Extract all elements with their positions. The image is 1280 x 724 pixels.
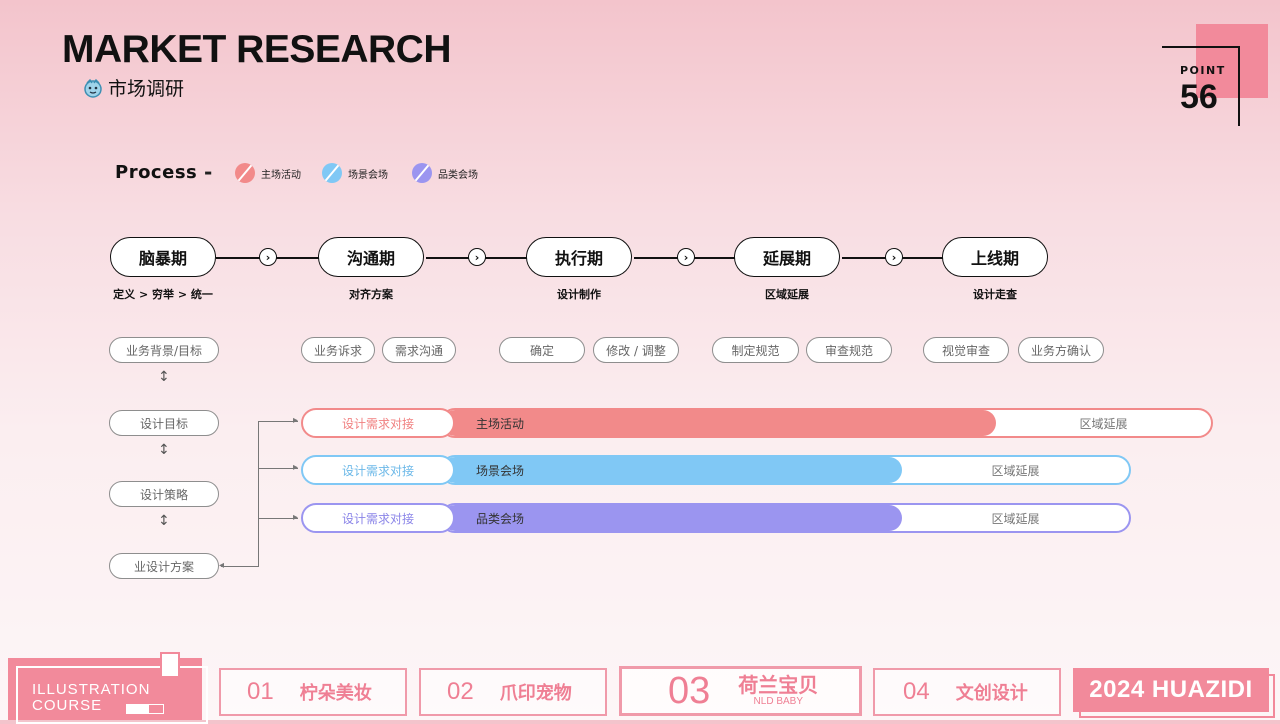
tab-number: 03 (668, 669, 711, 712)
connector-line (258, 518, 298, 520)
connector-line (258, 468, 298, 470)
footer-tab-02[interactable]: 02 爪印宠物 (419, 668, 607, 716)
brand-label: 2024 HUAZIDI (1073, 668, 1269, 712)
updown-arrow-icon: ↕ (158, 442, 170, 458)
tab-number: 01 (247, 678, 274, 705)
task-pill: 审查规范 (806, 337, 892, 363)
legend-swatch-icon (235, 163, 255, 183)
track-fill: 品类会场 (442, 505, 902, 531)
task-pill: 业务背景/目标 (109, 337, 219, 363)
task-pill: 业务诉求 (301, 337, 375, 363)
phase-desc: 定义 > 穷举 > 统一 (113, 288, 213, 301)
legend-item-category: 品类会场 (412, 163, 478, 183)
legend-item-main: 主场活动 (235, 163, 301, 183)
track-start: 设计需求对接 (301, 503, 455, 533)
track-rest-label: 区域延展 (991, 511, 1040, 526)
track-bar-category: 品类会场 区域延展 (440, 503, 1131, 533)
phase-communicate: 沟通期 (318, 237, 424, 277)
tab-label: 柠朵美妆 (299, 683, 372, 704)
point-label: POINT (1180, 64, 1226, 77)
phase-extend: 延展期 (734, 237, 840, 277)
task-pill: 视觉审查 (923, 337, 1009, 363)
arrow-right-icon: ▸ (293, 415, 299, 426)
process-dash: - (204, 160, 213, 184)
page-subtitle: 市场调研 (108, 78, 185, 100)
task-pill: 修改 / 调整 (593, 337, 679, 363)
legend-label: 品类会场 (438, 169, 478, 181)
track-start: 设计需求对接 (301, 455, 455, 485)
track-rest-label: 区域延展 (991, 463, 1040, 478)
legend-swatch-icon (412, 163, 432, 183)
legend-swatch-icon (322, 163, 342, 183)
page-title: MARKET RESEARCH (62, 28, 452, 71)
subtitle-group: 市场调研 (82, 74, 184, 101)
legend-label: 场景会场 (348, 169, 388, 181)
process-label: Process (115, 162, 198, 183)
legend-item-scene: 场景会场 (322, 163, 388, 183)
updown-arrow-icon: ↕ (158, 513, 170, 529)
connector-line (258, 421, 260, 567)
legend-label: 主场活动 (261, 169, 301, 181)
tab-sublabel: NLD BABY (753, 696, 804, 707)
phase-desc: 设计制作 (557, 288, 601, 301)
badge-progress (126, 704, 164, 714)
mascot-icon (84, 78, 102, 98)
track-fill: 主场活动 (442, 410, 996, 436)
tab-label: 荷兰宝贝 (738, 673, 819, 697)
footer-tab-01[interactable]: 01 柠朵美妆 (219, 668, 407, 716)
badge-line1: ILLUSTRATION (32, 681, 151, 698)
illustration-course-badge: ILLUSTRATION COURSE (8, 652, 208, 724)
chevron-right-icon: › (259, 248, 277, 266)
arrow-left-icon: ◂ (219, 560, 225, 571)
tab-number: 02 (447, 678, 474, 705)
chevron-right-icon: › (677, 248, 695, 266)
phase-execute: 执行期 (526, 237, 632, 277)
arrow-right-icon: ▸ (293, 462, 299, 473)
track-bar-scene: 场景会场 区域延展 (440, 455, 1131, 485)
flag-icon (160, 652, 180, 678)
phase-desc: 设计走查 (973, 288, 1017, 301)
arrow-right-icon: ▸ (293, 512, 299, 523)
chevron-right-icon: › (885, 248, 903, 266)
task-pill: 制定规范 (712, 337, 799, 363)
tab-label: 爪印宠物 (499, 683, 572, 704)
point-number: 56 (1180, 78, 1218, 116)
footer-tab-04[interactable]: 04 文创设计 (873, 668, 1061, 716)
updown-arrow-icon: ↕ (158, 369, 170, 385)
track-fill: 场景会场 (442, 457, 902, 483)
tab-label: 文创设计 (955, 683, 1028, 704)
connector-line (258, 421, 298, 423)
phase-brainstorm: 脑暴期 (110, 237, 216, 277)
phase-desc: 对齐方案 (349, 288, 393, 301)
task-pill: 需求沟通 (382, 337, 456, 363)
footer-tab-03-active[interactable]: 03 荷兰宝贝 NLD BABY (619, 666, 862, 716)
track-bar-main: 主场活动 区域延展 (440, 408, 1213, 438)
connector-line (221, 566, 258, 568)
tab-number: 04 (903, 678, 930, 705)
step-pill: 设计策略 (109, 481, 219, 507)
track-rest-label: 区域延展 (1079, 416, 1128, 431)
task-pill: 确定 (499, 337, 585, 363)
phase-desc: 区域延展 (765, 288, 809, 301)
phase-launch: 上线期 (942, 237, 1048, 277)
task-pill: 业务方确认 (1018, 337, 1104, 363)
step-pill: 业设计方案 (109, 553, 219, 579)
track-start: 设计需求对接 (301, 408, 455, 438)
step-pill: 设计目标 (109, 410, 219, 436)
chevron-right-icon: › (468, 248, 486, 266)
